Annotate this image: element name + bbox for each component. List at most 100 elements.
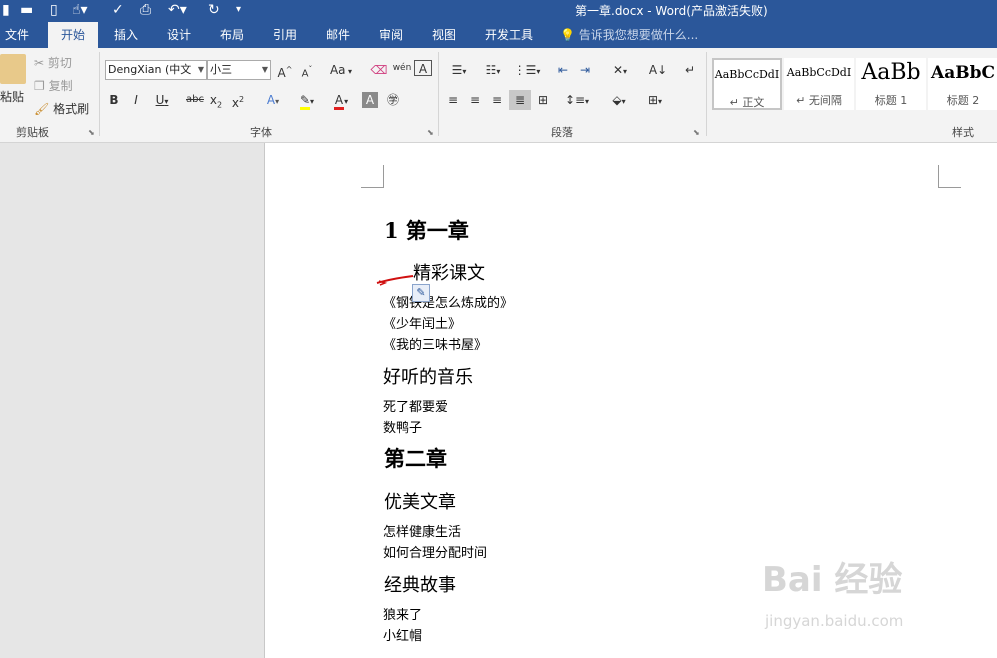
tab-design[interactable]: 设计 <box>157 22 201 48</box>
underline-icon[interactable]: U▾ <box>150 90 174 110</box>
tell-me-search[interactable]: 💡 告诉我您想要做什么... <box>560 22 698 48</box>
strikethrough-icon[interactable]: abc <box>184 90 206 110</box>
font-size-dropdown[interactable]: 小三 ▼ <box>207 60 271 80</box>
multilevel-list-icon[interactable]: ⋮☰▾ <box>512 60 542 80</box>
doc-line[interactable]: 狼来了 <box>383 604 422 623</box>
style-normal[interactable]: AaBbCcDdI ↵ 正文 <box>712 58 782 110</box>
doc-line[interactable]: 数鸭子 <box>383 417 422 436</box>
tab-insert[interactable]: 插入 <box>104 22 148 48</box>
heading-chapter-2[interactable]: 第二章 <box>384 443 447 473</box>
ribbon-tabs: 文件 开始 插入 设计 布局 引用 邮件 审阅 视图 开发工具 💡 告诉我您想要… <box>0 22 997 48</box>
heading-chapter-1[interactable]: 1 第一章 <box>384 215 469 245</box>
style-sample: AaBbCcDdI <box>714 68 780 81</box>
show-marks-icon[interactable]: ↵ <box>682 60 698 80</box>
format-painter-button[interactable]: 🖌 格式刷 <box>34 100 89 117</box>
undo-icon[interactable]: ↶▾ <box>168 1 187 19</box>
superscript-icon[interactable]: x2 <box>230 90 246 110</box>
tab-review[interactable]: 审阅 <box>369 22 413 48</box>
heading-music[interactable]: 好听的音乐 <box>383 363 473 389</box>
shrink-font-icon[interactable]: Aˇ <box>298 60 316 80</box>
copy-button[interactable]: ❐ 复制 <box>34 77 73 94</box>
italic-icon[interactable]: I <box>128 90 144 110</box>
heading-jingcai-kewen[interactable]: 精彩课文 <box>413 259 485 285</box>
enclose-characters-icon[interactable]: ㊫ <box>384 90 402 110</box>
font-launcher-icon[interactable]: ⬊ <box>427 128 434 137</box>
group-divider <box>99 52 100 136</box>
copy-icon: ❐ <box>34 79 45 93</box>
subscript-icon[interactable]: x2 <box>208 90 224 110</box>
font-color-icon[interactable]: A▾ <box>326 90 356 110</box>
doc-line[interactable]: 《我的三味书屋》 <box>383 334 487 353</box>
redo-icon[interactable]: ↻ <box>208 1 220 19</box>
paragraph-launcher-icon[interactable]: ⬊ <box>693 128 700 137</box>
title-bar: ▮ ▬ ▯ ☝▾ ✓ ⎙ ↶▾ ↻ ▾ 第一章.docx - Word(产品激活… <box>0 0 997 22</box>
line-spacing-icon[interactable]: ↕≡▾ <box>562 90 592 110</box>
watermark-url: jingyan.baidu.com <box>765 612 904 630</box>
character-border-icon[interactable]: A <box>414 60 432 76</box>
bullets-icon[interactable]: ☰▾ <box>444 60 474 80</box>
tab-home[interactable]: 开始 <box>48 22 98 48</box>
clipboard-launcher-icon[interactable]: ⬊ <box>88 128 95 137</box>
shading-icon[interactable]: ⬙▾ <box>604 90 634 110</box>
tab-layout[interactable]: 布局 <box>210 22 254 48</box>
doc-line[interactable]: 怎样健康生活 <box>383 521 461 540</box>
tab-developer[interactable]: 开发工具 <box>478 22 540 48</box>
justify-icon[interactable]: ≣ <box>509 90 531 110</box>
tab-file[interactable]: 文件 <box>0 22 34 48</box>
cut-button[interactable]: ✂ 剪切 <box>34 54 72 71</box>
style-heading-2[interactable]: AaBbC 标题 2 <box>928 58 997 110</box>
style-sample: AaBb <box>861 60 921 85</box>
style-no-spacing[interactable]: AaBbCcDdI ↵ 无间隔 <box>784 58 854 110</box>
spelling-check-icon[interactable]: ✓ <box>112 1 124 19</box>
paste-options-icon[interactable]: ✎ <box>412 284 430 302</box>
style-sample: AaBbCcDdI <box>786 66 852 79</box>
align-right-icon[interactable]: ≡ <box>488 90 506 110</box>
character-shading-icon[interactable]: A <box>362 92 378 108</box>
chevron-down-icon: ▼ <box>261 65 268 74</box>
doc-line[interactable]: 小红帽 <box>383 625 422 644</box>
align-left-icon[interactable]: ≡ <box>444 90 462 110</box>
sort-icon[interactable]: A↓ <box>648 60 668 80</box>
print-preview-icon[interactable]: ⎙ <box>140 1 151 19</box>
style-name: 标题 2 <box>946 94 980 107</box>
chevron-down-icon: ▼ <box>197 65 204 74</box>
customize-quick-access-icon[interactable]: ▾ <box>236 1 241 19</box>
doc-line[interactable]: 死了都要爱 <box>383 396 448 415</box>
paste-button[interactable]: 粘贴 <box>0 88 24 105</box>
bold-icon[interactable]: B <box>106 90 122 110</box>
save-icon[interactable]: ▮ <box>2 1 10 19</box>
grow-font-icon[interactable]: A^ <box>276 60 294 80</box>
distributed-icon[interactable]: ⊞ <box>533 90 553 110</box>
borders-icon[interactable]: ⊞▾ <box>640 90 670 110</box>
heading-articles[interactable]: 优美文章 <box>384 488 456 514</box>
chinese-layout-icon[interactable]: ✕▾ <box>606 60 634 80</box>
highlight-color-icon[interactable]: ✎▾ <box>292 90 322 110</box>
watermark-logo: Bai 经验 <box>762 560 903 600</box>
open-icon[interactable]: ▬ <box>20 1 33 19</box>
lightbulb-icon: 💡 <box>560 28 575 42</box>
phonetic-guide-icon[interactable]: wén <box>392 58 412 78</box>
font-name-dropdown[interactable]: DengXian (中文 ▼ <box>105 60 207 80</box>
new-document-icon[interactable]: ▯ <box>50 1 58 19</box>
text-effects-icon[interactable]: A▾ <box>260 90 286 110</box>
heading-stories[interactable]: 经典故事 <box>384 571 456 597</box>
clear-formatting-icon[interactable]: ⌫ <box>370 60 388 80</box>
format-painter-label: 格式刷 <box>53 102 90 116</box>
styles-group-label: 样式 <box>952 126 974 139</box>
touch-mode-icon[interactable]: ☝▾ <box>72 1 88 19</box>
numbering-icon[interactable]: ☷▾ <box>478 60 508 80</box>
change-case-button[interactable]: Aa ▾ <box>326 60 356 80</box>
style-name: ↵ 无间隔 <box>796 94 842 107</box>
doc-line[interactable]: 如何合理分配时间 <box>383 542 487 561</box>
style-name: ↵ 正文 <box>729 96 765 109</box>
decrease-indent-icon[interactable]: ⇤ <box>554 60 572 80</box>
tab-view[interactable]: 视图 <box>422 22 466 48</box>
tab-mailings[interactable]: 邮件 <box>316 22 360 48</box>
doc-line[interactable]: 《钢铁是怎么炼成的》 <box>383 292 513 311</box>
style-heading-1[interactable]: AaBb 标题 1 <box>856 58 926 110</box>
doc-line[interactable]: 《少年闰土》 <box>383 313 461 332</box>
increase-indent-icon[interactable]: ⇥ <box>576 60 594 80</box>
tab-references[interactable]: 引用 <box>263 22 307 48</box>
paste-clipboard-icon[interactable] <box>0 54 26 84</box>
align-center-icon[interactable]: ≡ <box>466 90 484 110</box>
